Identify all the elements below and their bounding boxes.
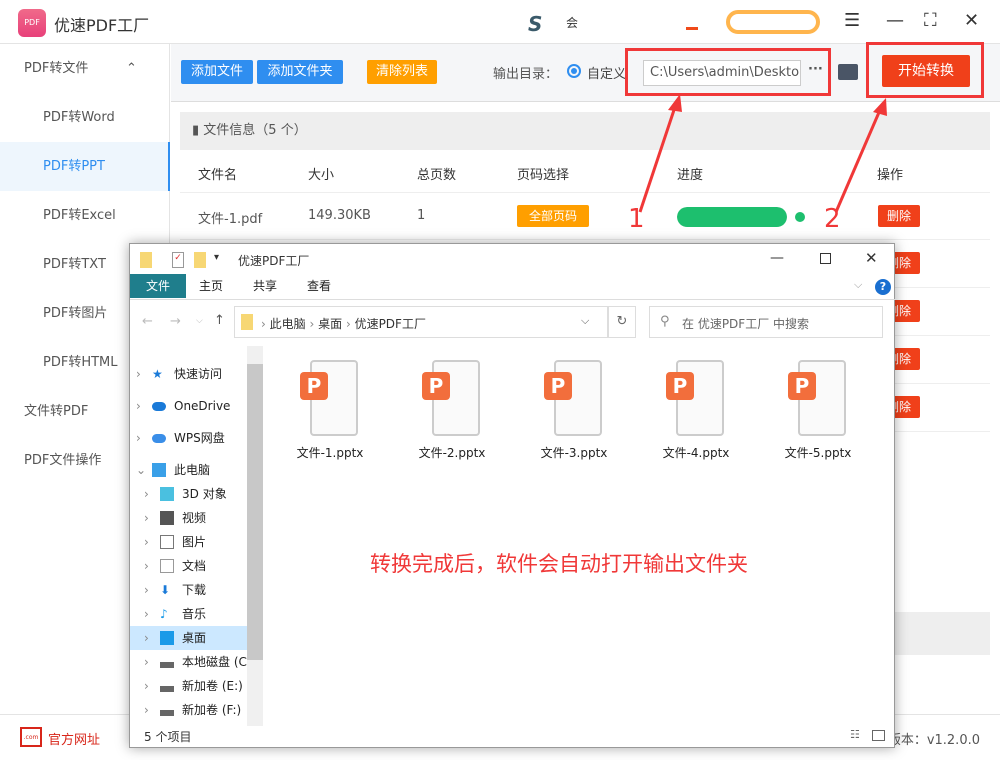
ribbon-expand-icon[interactable]: ⌵ (854, 278, 862, 292)
breadcrumb: › 此电脑 › 桌面 › 优速PDF工厂 (261, 315, 426, 332)
qa-dropdown-icon[interactable]: ▾ (214, 252, 219, 263)
breadcrumb-sep: › (261, 317, 270, 331)
help-icon[interactable]: ? (875, 279, 891, 295)
file-label: 文件-2.pptx (418, 446, 486, 460)
breadcrumb-sep: › (345, 317, 355, 331)
nav-quick-access[interactable]: › ★ 快速访问 (130, 362, 247, 386)
arrow-1 (638, 103, 678, 213)
explorer-maximize-icon[interactable] (820, 253, 831, 264)
breadcrumb-folder[interactable]: 优速PDF工厂 (355, 317, 426, 331)
qa-folder-icon (140, 252, 152, 268)
nav-label: 本地磁盘 (C:) (182, 655, 247, 669)
annotation-message: 转换完成后，软件会自动打开输出文件夹 (370, 552, 748, 576)
nav-label: 新加卷 (E:) (182, 679, 243, 693)
explorer-window: ✓ ▾ 优速PDF工厂 — ✕ 文件 主页 共享 查看 ⌵ ? ← → ⌵ ↑ … (129, 243, 896, 748)
nav-label: 桌面 (182, 631, 207, 645)
nav-this-pc[interactable]: ⌄ 此电脑 (130, 458, 247, 482)
annotation-number-1: 1 (628, 204, 645, 234)
tab-share[interactable]: 共享 (240, 274, 290, 298)
nav-documents[interactable]: › 文档 (130, 554, 247, 578)
file-item[interactable]: P 文件-5.pptx (768, 358, 868, 461)
ribbon-divider (130, 299, 896, 300)
nav-local-disk-c[interactable]: ›本地磁盘 (C:) (130, 650, 247, 674)
breadcrumb-sep: › (309, 317, 319, 331)
pptx-icon: P (300, 358, 360, 438)
pptx-icon: P (666, 358, 726, 438)
search-placeholder: 在 优速PDF工厂 中搜索 (682, 317, 810, 331)
nav-label: 视频 (182, 511, 207, 525)
arrow-2-head (873, 98, 887, 116)
file-item[interactable]: P 文件-3.pptx (524, 358, 624, 461)
explorer-minimize-icon[interactable]: — (770, 250, 784, 266)
nav-pictures[interactable]: › 图片 (130, 530, 247, 554)
file-label: 文件-3.pptx (540, 446, 608, 460)
nav-downloads[interactable]: › ⬇ 下载 (130, 578, 247, 602)
properties-icon[interactable]: ✓ (172, 252, 184, 268)
nav-wps-drive[interactable]: › WPS网盘 (130, 426, 247, 450)
breadcrumb-this-pc[interactable]: 此电脑 (270, 317, 306, 331)
status-count: 5 个项目 (144, 730, 192, 744)
search-icon: ⚲ (660, 314, 670, 329)
address-dropdown-icon[interactable]: ⌵ (581, 314, 589, 328)
back-button[interactable]: ← (142, 314, 153, 329)
file-item[interactable]: P 文件-1.pptx (280, 358, 380, 461)
nav-volume-f[interactable]: › 新加卷 (F:) (130, 698, 247, 722)
search-input[interactable]: ⚲ 在 优速PDF工厂 中搜索 (649, 306, 883, 338)
pptx-icon: P (422, 358, 482, 438)
pptx-icon: P (788, 358, 848, 438)
arrow-1-head (668, 94, 682, 112)
nav-desktop[interactable]: › 桌面 (130, 626, 247, 650)
nav-3d-objects[interactable]: › 3D 对象 (130, 482, 247, 506)
nav-label: 下载 (182, 583, 207, 597)
forward-button[interactable]: → (170, 314, 181, 329)
address-bar[interactable]: › 此电脑 › 桌面 › 优速PDF工厂 ⌵ (234, 306, 608, 338)
nav-videos[interactable]: › 视频 (130, 506, 247, 530)
tab-home[interactable]: 主页 (186, 274, 236, 298)
large-icons-view-icon[interactable] (872, 730, 885, 741)
file-item[interactable]: P 文件-2.pptx (402, 358, 502, 461)
nav-label: 图片 (182, 535, 207, 549)
nav-scrollbar[interactable] (247, 346, 263, 726)
details-view-icon[interactable]: ☷ (850, 728, 860, 741)
file-label: 文件-5.pptx (784, 446, 852, 460)
tab-file[interactable]: 文件 (130, 274, 186, 298)
refresh-button[interactable]: ↻ (608, 306, 636, 338)
nav-volume-e[interactable]: › 新加卷 (E:) (130, 674, 247, 698)
nav-onedrive[interactable]: › OneDrive (130, 394, 247, 418)
annotation-number-2: 2 (824, 204, 841, 234)
new-folder-icon[interactable] (194, 252, 206, 268)
file-item[interactable]: P 文件-4.pptx (646, 358, 746, 461)
nav-label: 新加卷 (F:) (182, 703, 242, 717)
nav-music[interactable]: › ♪ 音乐 (130, 602, 247, 626)
nav-pane: › ★ 快速访问 › OneDrive › WPS网盘 ⌄ 此电脑 › 3D 对象 › 视频 … (130, 346, 264, 726)
up-button[interactable]: ↑ (214, 313, 225, 328)
file-label: 文件-4.pptx (662, 446, 730, 460)
nav-label: 3D 对象 (182, 487, 227, 501)
nav-label: WPS网盘 (174, 431, 225, 445)
address-folder-icon (241, 314, 253, 330)
nav-label: 音乐 (182, 607, 207, 621)
nav-label: 快速访问 (174, 367, 223, 381)
nav-label: 文档 (182, 559, 207, 573)
recent-dropdown[interactable]: ⌵ (196, 316, 203, 326)
nav-label: 此电脑 (174, 463, 211, 477)
nav-label: OneDrive (174, 399, 231, 413)
arrow-2 (834, 109, 882, 213)
tab-view[interactable]: 查看 (294, 274, 344, 298)
breadcrumb-desktop[interactable]: 桌面 (318, 317, 342, 331)
explorer-close-icon[interactable]: ✕ (865, 249, 878, 267)
explorer-title: 优速PDF工厂 (238, 254, 310, 268)
file-label: 文件-1.pptx (296, 446, 364, 460)
pptx-icon: P (544, 358, 604, 438)
